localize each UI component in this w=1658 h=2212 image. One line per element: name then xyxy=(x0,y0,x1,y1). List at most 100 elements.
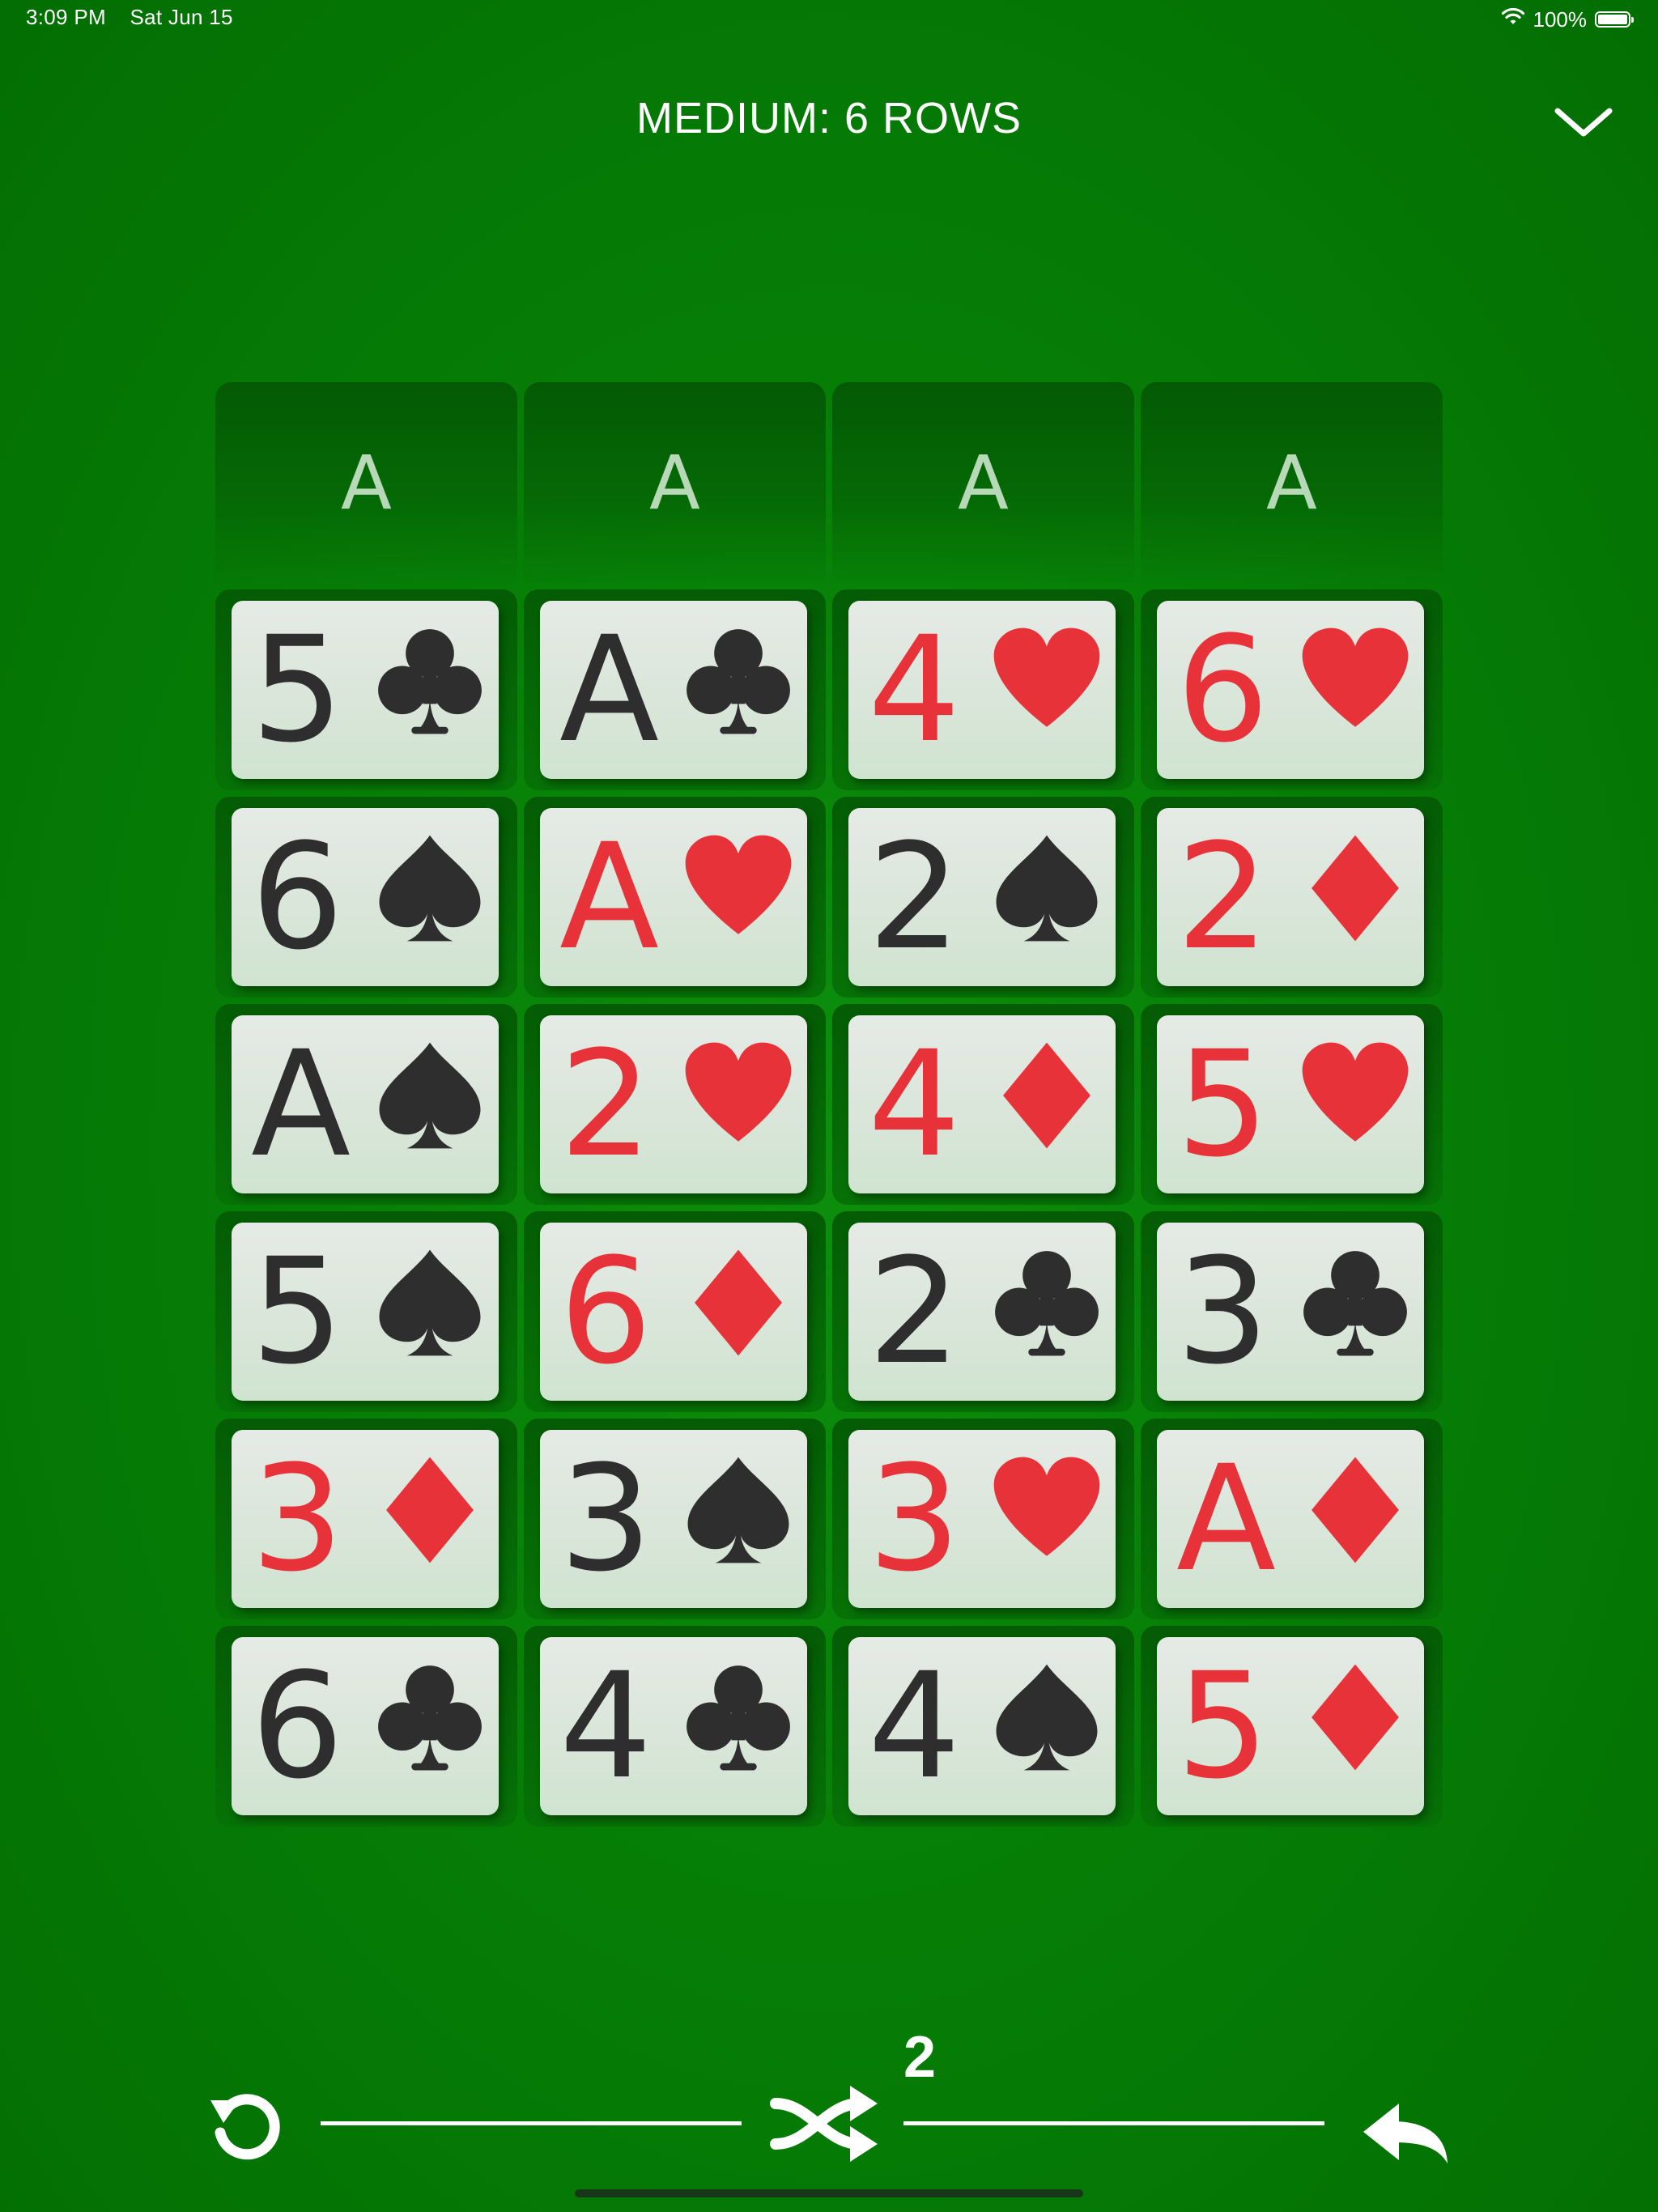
playing-card[interactable]: 2 xyxy=(848,808,1116,986)
playing-card[interactable]: A xyxy=(540,808,807,986)
diamond-suit-icon xyxy=(1312,1664,1399,1771)
card-rank: 4 xyxy=(868,1020,961,1189)
card-rank: 4 xyxy=(868,606,961,775)
tableau-row: 5 A 4 6 xyxy=(215,589,1443,790)
diamond-suit-icon xyxy=(1312,835,1399,942)
playing-card[interactable]: 5 xyxy=(232,1223,499,1401)
card-slot: 2 xyxy=(832,1211,1134,1412)
playing-card[interactable]: 4 xyxy=(848,1637,1116,1815)
card-slot: A xyxy=(215,1004,517,1205)
battery-fill xyxy=(1598,15,1627,24)
shuffle-icon xyxy=(770,2086,878,2162)
playing-card[interactable]: 3 xyxy=(540,1430,807,1608)
card-slot: 6 xyxy=(524,1211,826,1412)
playing-card[interactable]: 2 xyxy=(848,1223,1116,1401)
playing-card[interactable]: A xyxy=(1157,1430,1424,1608)
club-suit-icon xyxy=(378,1665,482,1771)
club-suit-icon xyxy=(378,629,482,734)
home-indicator xyxy=(575,2189,1083,2197)
foundation-pile[interactable]: A xyxy=(1141,382,1443,583)
card-rank: 3 xyxy=(1176,1227,1269,1397)
card-slot: 3 xyxy=(215,1419,517,1619)
wifi-icon xyxy=(1501,7,1525,32)
playing-card[interactable]: 2 xyxy=(1157,808,1424,986)
tableau-row: A 2 4 5 xyxy=(215,1004,1443,1205)
card-slot: 2 xyxy=(524,1004,826,1205)
heart-suit-icon xyxy=(1302,627,1409,727)
club-suit-icon xyxy=(1303,1251,1407,1356)
heart-suit-icon xyxy=(993,627,1100,727)
tableau-row: 6 A 2 2 xyxy=(215,797,1443,998)
tableau-row: 6 4 4 5 xyxy=(215,1626,1443,1827)
playing-card[interactable]: 3 xyxy=(1157,1223,1424,1401)
playing-card[interactable]: 6 xyxy=(540,1223,807,1401)
status-bar-left: 3:09 PM Sat Jun 15 xyxy=(26,5,233,30)
heart-suit-icon xyxy=(1302,1042,1409,1142)
card-rank: 6 xyxy=(251,1642,344,1811)
reload-icon xyxy=(210,2094,280,2160)
card-rank: A xyxy=(1176,1435,1277,1604)
tableau-row: 3 3 3 A xyxy=(215,1419,1443,1619)
playing-card[interactable]: 6 xyxy=(1157,601,1424,779)
status-date: Sat Jun 15 xyxy=(130,5,233,29)
card-rank: 3 xyxy=(868,1435,961,1604)
playing-card[interactable]: 6 xyxy=(232,1637,499,1815)
card-rank: 5 xyxy=(251,606,344,775)
foundation-label: A xyxy=(1266,439,1317,526)
card-rank: 2 xyxy=(868,813,961,982)
collapse-button[interactable] xyxy=(1546,93,1621,150)
foundation-pile[interactable]: A xyxy=(215,382,517,583)
status-time: 3:09 PM xyxy=(26,5,106,29)
playing-card[interactable]: 4 xyxy=(848,1015,1116,1193)
card-rank: 2 xyxy=(559,1020,653,1189)
card-slot: 4 xyxy=(832,1004,1134,1205)
card-slot: 5 xyxy=(1141,1004,1443,1205)
card-rank: 4 xyxy=(868,1642,961,1811)
club-suit-icon xyxy=(687,1665,790,1771)
card-rank: 3 xyxy=(559,1435,653,1604)
card-rank: A xyxy=(559,606,660,775)
card-rank: 6 xyxy=(1176,606,1269,775)
tableau-row: 5 6 2 3 xyxy=(215,1211,1443,1412)
playing-card[interactable]: 5 xyxy=(232,601,499,779)
toolbar-divider-right xyxy=(903,2121,1324,2125)
foundation-pile[interactable]: A xyxy=(524,382,826,583)
undo-button[interactable] xyxy=(1360,2089,1457,2170)
restart-button[interactable] xyxy=(204,2084,288,2168)
card-slot: 6 xyxy=(1141,589,1443,790)
heart-suit-icon xyxy=(993,1457,1100,1556)
playing-card[interactable]: 6 xyxy=(232,808,499,986)
club-suit-icon xyxy=(995,1251,1099,1356)
card-slot: 4 xyxy=(832,1626,1134,1827)
heart-suit-icon xyxy=(685,1042,792,1142)
spade-suit-icon xyxy=(379,1042,481,1149)
playing-card[interactable]: 5 xyxy=(1157,1637,1424,1815)
spade-suit-icon xyxy=(687,1457,789,1563)
playing-card[interactable]: 3 xyxy=(232,1430,499,1608)
playing-card[interactable]: A xyxy=(540,601,807,779)
spade-suit-icon xyxy=(379,1249,481,1356)
playing-card[interactable]: A xyxy=(232,1015,499,1193)
playing-card[interactable]: 4 xyxy=(540,1637,807,1815)
shuffle-button[interactable] xyxy=(769,2079,882,2168)
card-rank: 5 xyxy=(251,1227,344,1397)
card-rank: 2 xyxy=(1176,813,1269,982)
status-bar-right: 100% xyxy=(1501,5,1634,34)
card-slot: A xyxy=(524,797,826,998)
foundation-pile[interactable]: A xyxy=(832,382,1134,583)
card-slot: 5 xyxy=(215,589,517,790)
card-slot: 2 xyxy=(832,797,1134,998)
battery-percent: 100% xyxy=(1533,6,1588,32)
card-slot: 6 xyxy=(215,797,517,998)
card-rank: 2 xyxy=(868,1227,961,1397)
playing-card[interactable]: 3 xyxy=(848,1430,1116,1608)
spade-suit-icon xyxy=(379,835,481,942)
toolbar-divider-left xyxy=(321,2121,742,2125)
playing-card[interactable]: 4 xyxy=(848,601,1116,779)
playing-card[interactable]: 5 xyxy=(1157,1015,1424,1193)
card-slot: 5 xyxy=(1141,1626,1443,1827)
battery-icon xyxy=(1595,11,1634,28)
card-slot: 4 xyxy=(524,1626,826,1827)
foundation-row: AAAA xyxy=(215,382,1443,583)
playing-card[interactable]: 2 xyxy=(540,1015,807,1193)
